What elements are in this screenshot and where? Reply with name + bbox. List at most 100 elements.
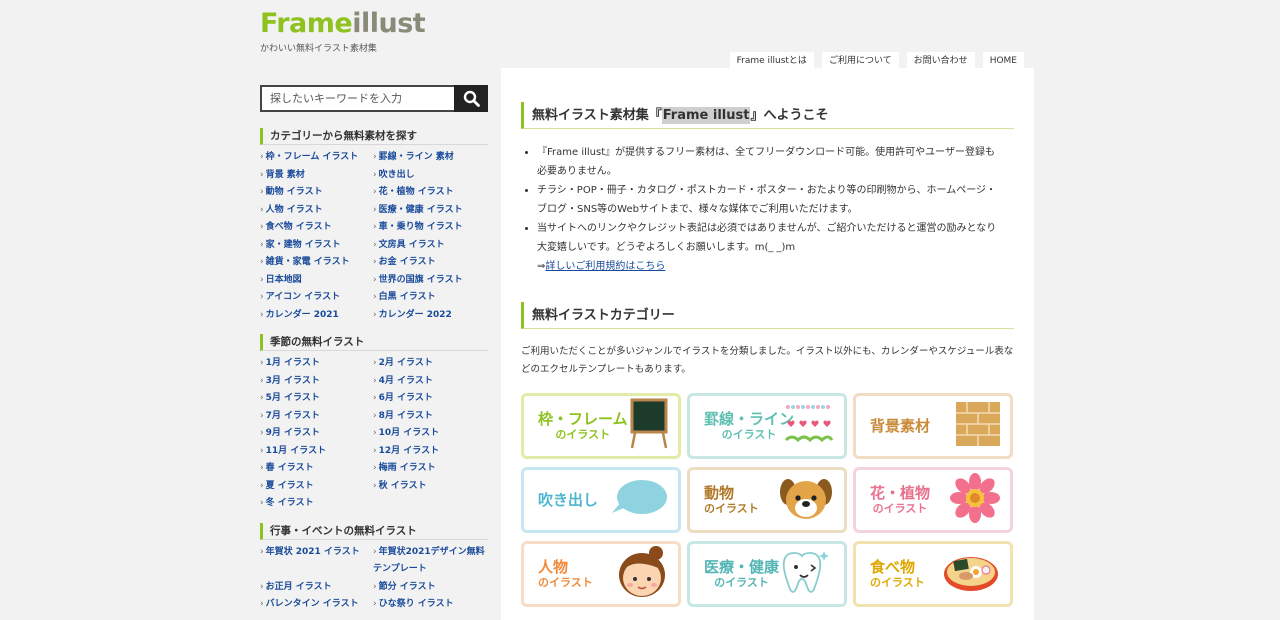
event-section: 行事・イベントの無料イラスト 年賀状 2021 イラスト年賀状2021デザイン無…	[260, 522, 488, 614]
sidebar-link[interactable]: 5月 イラスト	[260, 390, 373, 408]
welcome-site-name: Frame illust	[661, 107, 751, 124]
card-text: 吹き出し	[538, 491, 598, 509]
card-title: 食べ物	[870, 558, 916, 576]
nav-usage[interactable]: ご利用について	[821, 52, 899, 69]
card-text: 動物 のイラスト	[704, 484, 759, 516]
card-subtitle: のイラスト	[714, 576, 769, 589]
card-subtitle: のイラスト	[721, 428, 777, 441]
sidebar-link[interactable]: 冬 イラスト	[260, 495, 373, 513]
card-text: 枠・フレーム のイラスト	[538, 410, 628, 442]
sidebar-link[interactable]: お金 イラスト	[373, 254, 488, 272]
search-button[interactable]	[454, 85, 488, 112]
sidebar-link[interactable]: 6月 イラスト	[373, 390, 488, 408]
sidebar-link[interactable]: 食べ物 イラスト	[260, 219, 373, 237]
card-text: 罫線・ライン のイラスト	[704, 410, 794, 442]
sidebar-link[interactable]: 背景 素材	[260, 167, 373, 185]
sidebar-link[interactable]: 車・乗り物 イラスト	[373, 219, 488, 237]
event-heading: 行事・イベントの無料イラスト	[260, 522, 488, 540]
intro-item: 当サイトへのリンクやクレジット表記は必須ではありませんが、ご紹介いただけると運営…	[537, 219, 1014, 257]
ramen-icon	[942, 550, 1000, 598]
sidebar-link[interactable]: 罫線・ライン 素材	[373, 149, 488, 167]
card-title: 吹き出し	[538, 491, 599, 509]
season-list: 1月 イラスト2月 イラスト3月 イラスト4月 イラスト5月 イラスト6月 イラ…	[260, 355, 488, 513]
welcome-prefix: 無料イラスト素材集『	[532, 108, 662, 123]
logo-part-illust: illust	[352, 8, 426, 39]
category-card[interactable]: 食べ物 のイラスト	[853, 541, 1013, 607]
nav-about[interactable]: Frame illustとは	[729, 52, 814, 69]
sidebar-link[interactable]: 人物 イラスト	[260, 202, 373, 220]
sidebar-link[interactable]: 節分 イラスト	[373, 579, 488, 597]
card-subtitle: のイラスト	[872, 502, 928, 515]
category-card[interactable]: 罫線・ライン のイラスト	[687, 393, 847, 459]
category-main-heading: 無料イラストカテゴリー	[521, 302, 1014, 329]
chalkboard-icon	[630, 398, 668, 454]
sidebar-link[interactable]: 9月 イラスト	[260, 425, 373, 443]
category-card[interactable]: 動物 のイラスト	[687, 467, 847, 533]
sidebar-link[interactable]: 世界の国旗 イラスト	[373, 272, 488, 290]
sidebar-link[interactable]: カレンダー 2021	[260, 307, 373, 325]
category-card[interactable]: 人物 のイラスト	[521, 541, 681, 607]
girl-face-icon	[616, 545, 668, 603]
intro-list: 『Frame illust』が提供するフリー素材は、全てフリーダウンロード可能。…	[521, 143, 1014, 276]
card-title: 枠・フレーム	[538, 410, 628, 428]
season-section: 季節の無料イラスト 1月 イラスト2月 イラスト3月 イラスト4月 イラスト5月…	[260, 334, 488, 513]
terms-link[interactable]: 詳しいご利用規約はこちら	[545, 261, 665, 272]
sidebar-link[interactable]: 医療・健康 イラスト	[373, 202, 488, 220]
brick-pattern-icon	[956, 402, 1000, 450]
sidebar-link[interactable]: 3月 イラスト	[260, 373, 373, 391]
sidebar-link[interactable]: ひな祭り イラスト	[373, 596, 488, 614]
sidebar-link[interactable]: アイコン イラスト	[260, 289, 373, 307]
sidebar-link[interactable]: 文房具 イラスト	[373, 237, 488, 255]
logo-wordmark[interactable]: Frameillust	[260, 8, 426, 39]
category-card[interactable]: 背景素材	[853, 393, 1013, 459]
sidebar-link[interactable]: 年賀状 2021 イラスト	[260, 544, 373, 579]
category-card[interactable]: 枠・フレーム のイラスト	[521, 393, 681, 459]
search-input[interactable]	[260, 85, 454, 112]
sidebar-link[interactable]: 雑貨・家電 イラスト	[260, 254, 373, 272]
sidebar-link[interactable]: 吹き出し	[373, 167, 488, 185]
sidebar: カテゴリーから無料素材を探す 枠・フレーム イラスト罫線・ライン 素材背景 素材…	[260, 85, 488, 614]
sidebar-link[interactable]: 12月 イラスト	[373, 443, 488, 461]
category-card[interactable]: 花・植物 のイラスト	[853, 467, 1013, 533]
sidebar-link[interactable]: 8月 イラスト	[373, 408, 488, 426]
sidebar-link[interactable]: お正月 イラスト	[260, 579, 373, 597]
sidebar-link[interactable]: 2月 イラスト	[373, 355, 488, 373]
search-icon	[463, 90, 480, 107]
card-title: 花・植物	[870, 484, 931, 502]
sidebar-link[interactable]: 白黒 イラスト	[373, 289, 488, 307]
sidebar-link[interactable]: 梅雨 イラスト	[373, 460, 488, 478]
sidebar-link[interactable]: 11月 イラスト	[260, 443, 373, 461]
sidebar-link[interactable]: 秋 イラスト	[373, 478, 488, 496]
sidebar-link[interactable]: 7月 イラスト	[260, 408, 373, 426]
category-heading: カテゴリーから無料素材を探す	[260, 128, 488, 145]
sidebar-link[interactable]: 10月 イラスト	[373, 425, 488, 443]
category-list: 枠・フレーム イラスト罫線・ライン 素材背景 素材吹き出し動物 イラスト花・植物…	[260, 149, 488, 324]
nav-contact[interactable]: お問い合わせ	[906, 52, 975, 69]
tooth-icon	[778, 547, 834, 601]
sidebar-link[interactable]: 春 イラスト	[260, 460, 373, 478]
welcome-suffix: 』へようこそ	[750, 108, 829, 123]
top-navigation: Frame illustとは ご利用について お問い合わせ HOME	[729, 52, 1024, 69]
sidebar-link[interactable]: 年賀状2021デザイン無料テンプレート	[373, 544, 488, 579]
sidebar-link[interactable]: 1月 イラスト	[260, 355, 373, 373]
sidebar-link[interactable]: 家・建物 イラスト	[260, 237, 373, 255]
card-text: 背景素材	[870, 417, 930, 435]
sidebar-link[interactable]: 夏 イラスト	[260, 478, 373, 496]
sidebar-link[interactable]: 4月 イラスト	[373, 373, 488, 391]
sidebar-link[interactable]: 動物 イラスト	[260, 184, 373, 202]
welcome-heading: 無料イラスト素材集『Frame illust』へようこそ	[521, 102, 1014, 129]
site-logo[interactable]: Frameillust かわいい無料イラスト素材集	[260, 8, 426, 55]
sidebar-link[interactable]: バレンタイン イラスト	[260, 596, 373, 614]
sidebar-link[interactable]: 花・植物 イラスト	[373, 184, 488, 202]
category-card[interactable]: 吹き出し	[521, 467, 681, 533]
event-list: 年賀状 2021 イラスト年賀状2021デザイン無料テンプレートお正月 イラスト…	[260, 544, 488, 614]
card-text: 花・植物 のイラスト	[870, 484, 930, 516]
category-card[interactable]: 医療・健康 のイラスト	[687, 541, 847, 607]
dog-icon	[778, 474, 834, 526]
sidebar-link[interactable]: カレンダー 2022	[373, 307, 488, 325]
category-section: カテゴリーから無料素材を探す 枠・フレーム イラスト罫線・ライン 素材背景 素材…	[260, 128, 488, 324]
nav-home[interactable]: HOME	[982, 52, 1024, 69]
sidebar-link[interactable]: 枠・フレーム イラスト	[260, 149, 373, 167]
logo-part-frame: Frame	[260, 8, 353, 39]
sidebar-link[interactable]: 日本地図	[260, 272, 373, 290]
